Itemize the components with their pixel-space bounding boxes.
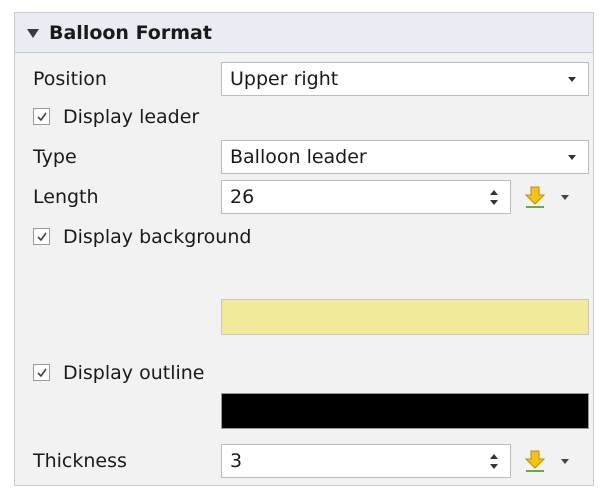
thickness-label: Thickness	[33, 450, 127, 472]
display-outline-row: Display outline	[15, 353, 593, 393]
display-background-checkbox[interactable]	[33, 228, 50, 245]
display-outline-label[interactable]: Display outline	[63, 353, 204, 393]
collapse-caret-icon[interactable]	[27, 29, 39, 38]
length-value: 26	[230, 186, 255, 208]
check-icon	[37, 112, 47, 122]
check-icon	[37, 368, 47, 378]
thickness-value: 3	[230, 450, 243, 472]
spin-down-icon[interactable]	[490, 200, 498, 205]
chevron-down-icon[interactable]	[568, 77, 576, 82]
length-label: Length	[33, 186, 99, 208]
position-value: Upper right	[230, 68, 339, 90]
balloon-format-panel: Balloon Format Position Upper right Disp…	[14, 12, 594, 486]
chevron-down-icon[interactable]	[561, 195, 569, 200]
panel-header[interactable]: Balloon Format	[15, 13, 593, 53]
chevron-down-icon[interactable]	[561, 459, 569, 464]
display-leader-row: Display leader	[15, 97, 593, 137]
spin-up-icon[interactable]	[490, 190, 498, 195]
display-leader-checkbox[interactable]	[33, 108, 50, 125]
download-arrow-icon	[524, 186, 546, 208]
position-row: Position Upper right	[15, 59, 593, 99]
position-select[interactable]: Upper right	[221, 62, 589, 96]
thickness-row: Thickness 3	[15, 441, 593, 481]
spin-up-icon[interactable]	[490, 454, 498, 459]
length-snap-button[interactable]	[521, 183, 549, 211]
panel-title: Balloon Format	[49, 21, 212, 44]
type-row: Type Balloon leader	[15, 137, 593, 177]
spin-down-icon[interactable]	[490, 464, 498, 469]
background-color-swatch[interactable]	[221, 299, 589, 335]
thickness-spinner[interactable]: 3	[221, 444, 511, 478]
chevron-down-icon[interactable]	[568, 155, 576, 160]
outline-color-swatch[interactable]	[221, 393, 589, 429]
download-arrow-icon	[524, 450, 546, 472]
type-value: Balloon leader	[230, 146, 367, 168]
display-background-label[interactable]: Display background	[63, 217, 251, 257]
display-background-row: Display background	[15, 217, 593, 257]
type-label: Type	[33, 146, 77, 168]
check-icon	[37, 232, 47, 242]
display-leader-label[interactable]: Display leader	[63, 97, 199, 137]
display-outline-checkbox[interactable]	[33, 364, 50, 381]
thickness-snap-button[interactable]	[521, 447, 549, 475]
length-spinner[interactable]: 26	[221, 180, 511, 214]
length-row: Length 26	[15, 177, 593, 217]
position-label: Position	[33, 68, 107, 90]
type-select[interactable]: Balloon leader	[221, 140, 589, 174]
